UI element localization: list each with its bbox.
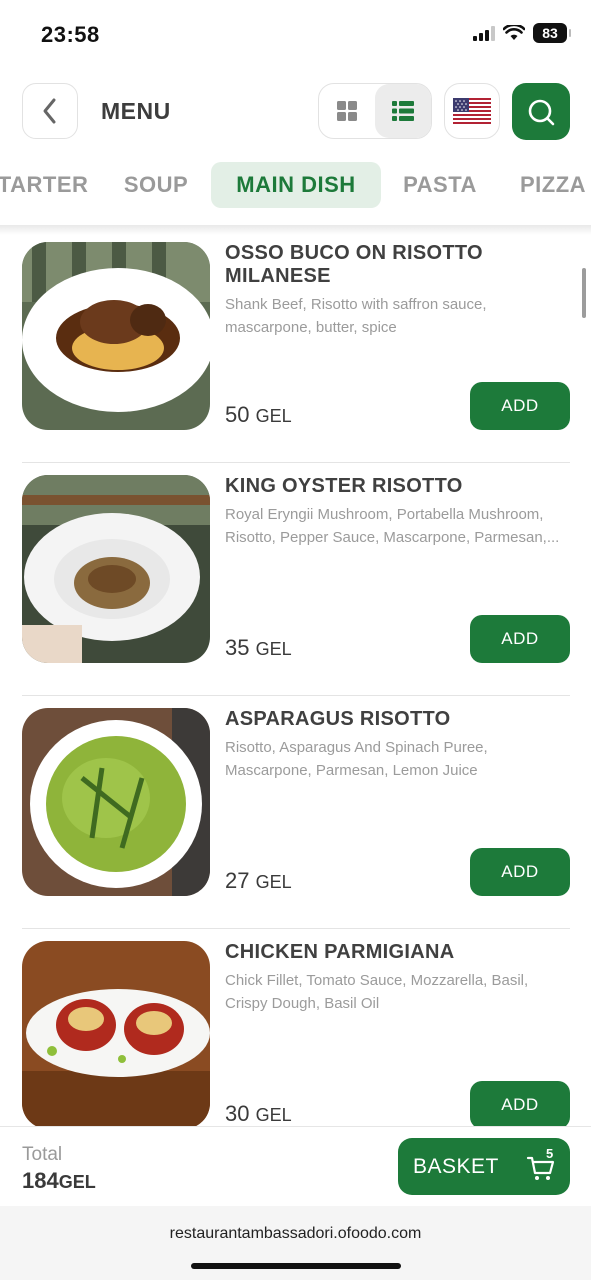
dish-price: 27 GEL	[225, 868, 292, 894]
status-time: 23:58	[41, 22, 100, 47]
us-flag-icon	[453, 98, 491, 124]
dish-price: 50 GEL	[225, 402, 292, 428]
battery-icon: 83	[533, 23, 571, 43]
signal-icon	[473, 25, 495, 41]
list-view-icon	[392, 101, 414, 121]
dish-photo	[22, 242, 210, 430]
total-label: Total	[22, 1144, 63, 1165]
dish-name: ASPARAGUS RISOTTO	[225, 708, 451, 730]
dish-name: CHICKEN PARMIGIANA	[225, 941, 455, 963]
total-currency: GEL	[58, 1172, 96, 1192]
total-value: 184GEL	[22, 1168, 96, 1194]
menu-list[interactable]: OSSO BUCO ON RISOTTO MILANESE Shank Beef…	[0, 230, 591, 1126]
scrollbar[interactable]	[582, 268, 586, 318]
add-button[interactable]: ADD	[470, 615, 570, 663]
dish-description: Risotto, Asparagus And Spinach Puree, Ma…	[225, 739, 488, 779]
price-currency: GEL	[255, 639, 292, 659]
price-currency: GEL	[255, 1105, 292, 1125]
dish-description: Royal Eryngii Mushroom, Portabella Mushr…	[225, 506, 560, 546]
status-icons: 83	[473, 23, 571, 43]
add-button[interactable]: ADD	[470, 382, 570, 430]
list-item[interactable]: KING OYSTER RISOTTO Royal Eryngii Mushro…	[22, 463, 570, 696]
wifi-icon	[503, 25, 525, 40]
basket-label: BASKET	[413, 1155, 499, 1178]
grid-view-icon	[337, 101, 357, 121]
list-view-button[interactable]	[375, 84, 431, 138]
price-value: 35	[225, 635, 250, 660]
home-indicator	[191, 1263, 401, 1269]
status-bar: 23:58 83	[0, 0, 591, 70]
dish-price: 30 GEL	[225, 1101, 292, 1126]
price-value: 50	[225, 402, 250, 427]
back-button[interactable]	[22, 83, 78, 139]
dish-price: 35 GEL	[225, 635, 292, 661]
basket-button[interactable]: BASKET 5	[398, 1138, 570, 1195]
price-value: 27	[225, 868, 250, 893]
price-currency: GEL	[255, 406, 292, 426]
header: MENU	[0, 70, 591, 150]
tab-soup[interactable]: SOUP	[110, 162, 202, 208]
price-currency: GEL	[255, 872, 292, 892]
url-text: restaurantambassadori.ofoodo.com	[169, 1225, 422, 1242]
chevron-left-icon	[43, 98, 56, 124]
total-amount: 184	[22, 1168, 59, 1193]
dish-description: Chick Fillet, Tomato Sauce, Mozzarella, …	[225, 972, 529, 1012]
bottom-bar: Total 184GEL BASKET 5	[0, 1126, 591, 1206]
search-icon	[528, 99, 555, 125]
language-button[interactable]	[444, 83, 500, 139]
grid-view-button[interactable]	[319, 84, 375, 138]
dish-name: KING OYSTER RISOTTO	[225, 475, 463, 497]
tab-pasta[interactable]: PASTA	[392, 162, 488, 208]
view-toggle	[318, 83, 432, 139]
list-item[interactable]: OSSO BUCO ON RISOTTO MILANESE Shank Beef…	[22, 230, 570, 463]
tab-pizza[interactable]: PIZZA	[508, 162, 591, 208]
basket-count-badge: 5	[546, 1146, 554, 1161]
price-value: 30	[225, 1101, 250, 1126]
tab-main-dish[interactable]: MAIN DISH	[211, 162, 381, 208]
page-title: MENU	[101, 98, 171, 124]
add-button[interactable]: ADD	[470, 848, 570, 896]
dish-photo	[22, 941, 210, 1126]
list-item[interactable]: ASPARAGUS RISOTTO Risotto, Asparagus And…	[22, 696, 570, 929]
list-item[interactable]: CHICKEN PARMIGIANA Chick Fillet, Tomato …	[22, 929, 570, 1126]
browser-url-bar[interactable]: restaurantambassadori.ofoodo.com	[0, 1206, 591, 1280]
dish-photo	[22, 475, 210, 663]
dish-name: OSSO BUCO ON RISOTTO MILANESE	[225, 242, 483, 287]
tab-starter[interactable]: STARTER	[0, 162, 88, 208]
category-tabs: STARTER SOUP MAIN DISH PASTA PIZZA	[0, 160, 591, 212]
dish-description: Shank Beef, Risotto with saffron sauce, …	[225, 296, 487, 336]
add-button[interactable]: ADD	[470, 1081, 570, 1126]
search-button[interactable]	[512, 83, 570, 140]
dish-photo	[22, 708, 210, 896]
